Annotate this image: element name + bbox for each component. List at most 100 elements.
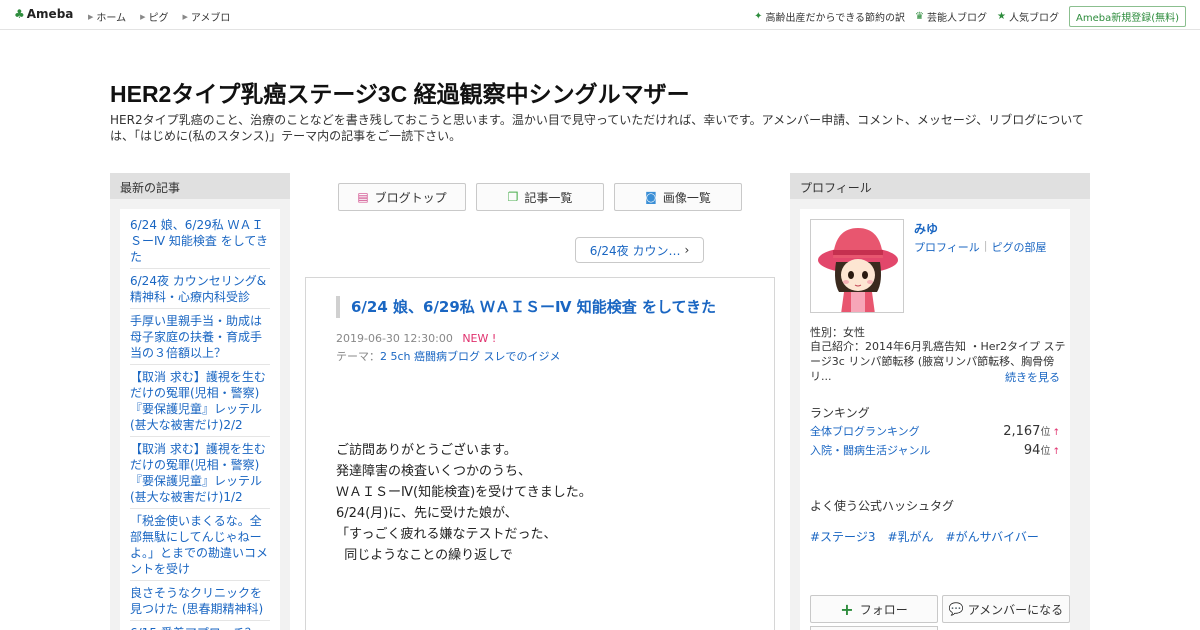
ameba-logo[interactable]: ♣ Ameba xyxy=(14,7,73,21)
blog-title[interactable]: HER2タイプ乳癌ステージ3C 経過観察中シングルマザー xyxy=(110,75,690,109)
button-label: 記事一覧 xyxy=(524,190,573,205)
profile-gender: 性別：女性 xyxy=(810,326,865,339)
camera-icon: ◙ xyxy=(645,190,657,204)
logo-text: Ameba xyxy=(26,7,74,21)
ranking-value: 94 xyxy=(1023,443,1041,458)
link-separator: | xyxy=(983,239,988,252)
hashtag-link[interactable]: #ステージ3 xyxy=(810,528,875,545)
recent-article-link[interactable]: 6/24 娘、6/29私 ＷＡＩＳーⅣ 知能検査 をしてきた xyxy=(130,213,270,269)
nav-label: ホーム xyxy=(96,13,127,24)
hashtag-link[interactable]: #がんサバイバー xyxy=(946,528,1039,545)
follow-button[interactable]: + フォロー xyxy=(810,595,938,623)
hashtag-heading: よく使う公式ハッシュタグ xyxy=(810,499,955,513)
header-link-promo[interactable]: ✦ 高齢出産だからできる節約の訳 xyxy=(754,9,905,24)
header-link-label: 芸能人ブログ xyxy=(927,13,988,24)
header-link-celebrity[interactable]: ♛ 芸能人ブログ xyxy=(915,9,987,24)
previous-article-label: 6/24夜 カウン… xyxy=(589,243,681,258)
profile-link[interactable]: プロフィール xyxy=(914,239,980,255)
recent-article-link[interactable]: 良さそうなクリニックを見つけた (思春期精神科) xyxy=(130,581,270,621)
ameba-logo-icon: ♣ xyxy=(14,7,25,21)
ranking-heading: ランキング xyxy=(810,406,870,420)
become-member-button[interactable]: 💬 アメンバーになる xyxy=(942,595,1070,623)
button-label: 画像一覧 xyxy=(662,190,711,205)
article-meta: 2019-06-30 12:30:00 NEW ! xyxy=(336,332,496,345)
image-list-button[interactable]: ◙ 画像一覧 xyxy=(614,183,742,211)
profile-links: プロフィール | ピグの部屋 xyxy=(914,239,1047,255)
avatar-illustration xyxy=(811,220,903,312)
nav-label: ピグ xyxy=(148,13,169,24)
profile-card: みゆ プロフィール | ピグの部屋 性別：女性 自己紹介：2014年6月乳癌告知… xyxy=(800,209,1070,630)
crown-icon: ♛ xyxy=(915,11,925,22)
plus-icon: + xyxy=(840,599,854,619)
blog-toolbar: ▤ ブログトップ ❐ 記事一覧 ◙ 画像一覧 xyxy=(338,183,752,211)
caret-right-icon: ▶ xyxy=(182,12,188,21)
avatar[interactable] xyxy=(810,219,904,313)
button-label: ブログトップ xyxy=(374,190,447,205)
header-right-links: ✦ 高齢出産だからできる節約の訳 ♛ 芸能人ブログ ★ 人気ブログ Ameba新規登録… xyxy=(754,6,1186,27)
caret-right-icon: ▶ xyxy=(140,12,146,21)
header-link-label: 高齢出産だからできる節約の訳 xyxy=(765,13,906,24)
caret-right-icon: ▶ xyxy=(88,12,94,21)
nav-home[interactable]: ▶ ホーム xyxy=(88,9,127,25)
recent-article-link[interactable]: 【取消 求む】護視を生むだけの冤罪(児相・警察)『要保護児童』レッテル(甚大な被… xyxy=(130,365,270,437)
hashtag-list: #ステージ3 #乳がん #がんサバイバー xyxy=(810,528,1051,545)
hashtag-link[interactable]: #乳がん xyxy=(887,528,933,545)
article-body: ご訪問ありがとうございます。 発達障害の検査いくつかのうち、 ＷＡＩＳーⅣ(知能… xyxy=(336,440,756,566)
chevron-right-icon: › xyxy=(684,243,690,257)
blog-description: HER2タイプ乳癌のこと、治療のことなどを書き残しておこうと思います。温かい目で… xyxy=(110,113,1084,143)
pig-room-link[interactable]: ピグの部屋 xyxy=(992,239,1047,255)
recent-articles-list: 6/24 娘、6/29私 ＷＡＩＳーⅣ 知能検査 をしてきた 6/24夜 カウン… xyxy=(120,209,280,630)
previous-article-button[interactable]: 6/24夜 カウン… › xyxy=(575,237,704,263)
recent-article-link[interactable]: 6/24夜 カウンセリング&精神科・心療内科受診 xyxy=(130,269,270,309)
more-button-partial[interactable] xyxy=(810,626,938,630)
blog-top-button[interactable]: ▤ ブログトップ xyxy=(338,183,466,211)
article-theme: テーマ：2 5ch 癌闘病ブログ スレでのイジメ xyxy=(336,348,561,364)
star-icon: ★ xyxy=(997,11,1006,22)
article-list-button[interactable]: ❐ 記事一覧 xyxy=(476,183,604,211)
article: 6/24 娘、6/29私 ＷＡＩＳーⅣ 知能検査 をしてきた 2019-06-3… xyxy=(305,277,775,630)
theme-label: テーマ： xyxy=(336,350,380,363)
global-nav: ▶ ホーム ▶ ピグ ▶ アメブロ xyxy=(88,9,244,25)
signup-button[interactable]: Ameba新規登録(無料) xyxy=(1068,6,1186,27)
global-header: ♣ Ameba ▶ ホーム ▶ ピグ ▶ アメブロ ✦ 高齢出産だからできる節約の訳 ♛… xyxy=(0,0,1200,30)
speech-bubble-icon: 💬 xyxy=(948,602,964,616)
article-paragraph: ＷＡＩＳーⅣ(知能検査)を受けてきました。 xyxy=(336,485,592,500)
button-label: フォロー xyxy=(859,602,908,617)
profile-heading: プロフィール xyxy=(790,173,1090,199)
recent-article-link[interactable]: 【取消 求む】護視を生むだけの冤罪(児相・警察)『要保護児童』レッテル(甚大な被… xyxy=(130,437,270,509)
recent-article-link[interactable]: 6/15 愛着アプローチ？ カウンセリング xyxy=(130,621,270,630)
recent-articles-panel: 最新の記事 6/24 娘、6/29私 ＷＡＩＳーⅣ 知能検査 をしてきた 6/2… xyxy=(110,173,290,630)
article-paragraph: ご訪問ありがとうございます。 xyxy=(336,443,517,458)
article-title[interactable]: 6/24 娘、6/29私 ＷＡＩＳーⅣ 知能検査 をしてきた xyxy=(336,296,746,318)
theme-link[interactable]: 2 5ch 癌闘病ブログ スレでのイジメ xyxy=(380,350,561,363)
recent-article-link[interactable]: 手厚い里親手当・助成は母子家庭の扶養・育成手当の３倍額以上？ xyxy=(130,309,270,365)
profile-name[interactable]: みゆ xyxy=(914,220,938,237)
article-paragraph: 6/24(月)に、先に受けた娘が、 xyxy=(336,506,518,521)
article-paragraph: 「すっごく疲れる嫌なテストだった、 xyxy=(336,527,557,542)
profile-panel: プロフィール みゆ プロフィール | ピグの部屋 性別：女性 自己紹介：2014… xyxy=(790,173,1090,630)
rank-up-icon: ↑ xyxy=(1052,447,1060,457)
page-icon: ▤ xyxy=(357,190,369,204)
nav-ameblo[interactable]: ▶ アメブロ xyxy=(182,9,230,25)
ranking-unit: 位 xyxy=(1040,427,1051,438)
documents-icon: ❐ xyxy=(507,190,519,204)
header-link-label: 人気ブログ xyxy=(1008,13,1059,24)
recent-articles-heading: 最新の記事 xyxy=(110,173,290,199)
rank-up-icon: ↑ xyxy=(1052,428,1060,438)
ranking-row-genre: 入院・闘病生活ジャンル 94位 ↑ xyxy=(810,442,1060,458)
header-link-popular[interactable]: ★ 人気ブログ xyxy=(997,9,1059,24)
ranking-row-overall: 全体ブログランキング 2,167位 ↑ xyxy=(810,423,1060,439)
recent-article-link[interactable]: 「税金使いまくるな。全部無駄にしてんじゃねーよ。」とまでの勘違いコメントを受け xyxy=(130,509,270,581)
read-more-link[interactable]: 続きを見る xyxy=(1005,369,1060,385)
ranking-value: 2,167 xyxy=(1003,424,1041,439)
article-paragraph: 同じようなことの繰り返しで xyxy=(336,548,513,563)
ranking-label[interactable]: 全体ブログランキング xyxy=(810,423,920,439)
nav-pig[interactable]: ▶ ピグ xyxy=(140,9,169,25)
ranking-unit: 位 xyxy=(1040,446,1051,457)
sparkle-icon: ✦ xyxy=(754,11,763,22)
new-badge: NEW ! xyxy=(462,332,497,345)
ranking-label[interactable]: 入院・闘病生活ジャンル xyxy=(810,442,930,458)
article-paragraph: 発達障害の検査いくつかのうち、 xyxy=(336,464,532,479)
button-label: アメンバーになる xyxy=(967,602,1064,617)
article-date: 2019-06-30 12:30:00 xyxy=(336,332,453,345)
